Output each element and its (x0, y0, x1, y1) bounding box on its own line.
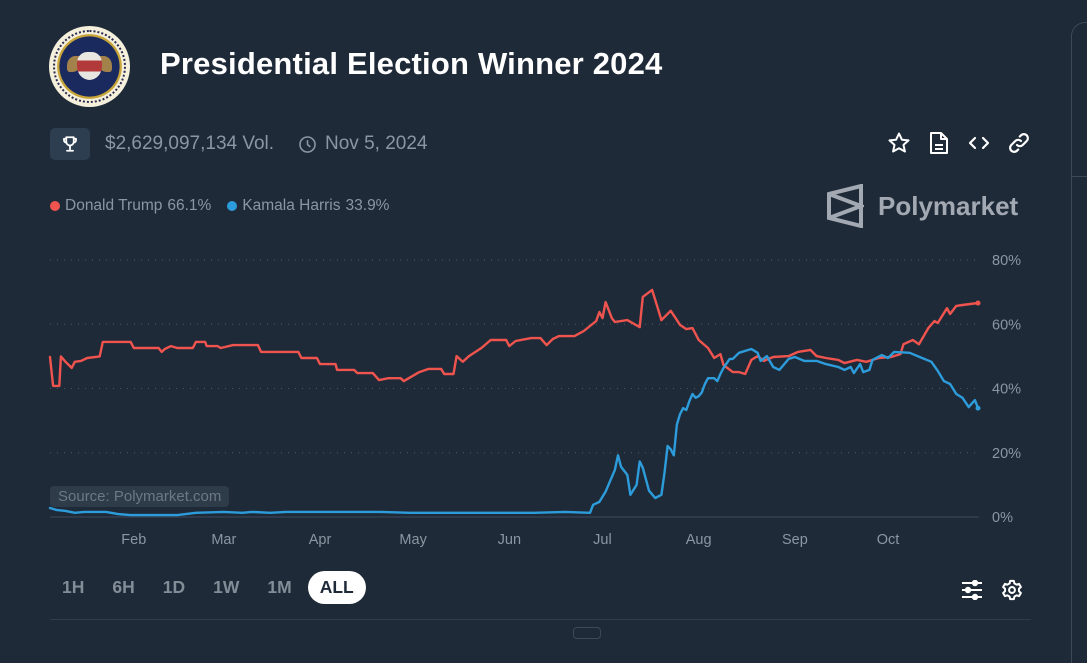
bottom-divider (50, 619, 1031, 620)
chart-tools (960, 578, 1024, 602)
presidential-seal-image (49, 26, 130, 107)
legend-dot-trump (50, 201, 60, 211)
link-icon (1008, 132, 1029, 153)
embed-button[interactable] (966, 130, 991, 155)
polymarket-logo-icon (827, 184, 864, 228)
chart-settings-button[interactable] (1000, 578, 1024, 602)
x-tick-label: Feb (121, 532, 146, 548)
legend-value-trump: 66.1% (167, 197, 212, 214)
range-1d[interactable]: 1D (151, 571, 197, 604)
time-range-selector: 1H 6H 1D 1W 1M ALL (50, 571, 366, 604)
rules-button[interactable] (926, 130, 951, 155)
page-title: Presidential Election Winner 2024 (160, 46, 663, 81)
y-tick-label: 80% (992, 253, 1021, 269)
x-tick-label: Mar (211, 532, 236, 548)
range-1h[interactable]: 1H (50, 571, 96, 604)
legend-name-trump: Donald Trump (65, 197, 163, 214)
side-panel-divider (1072, 176, 1087, 177)
legend-dot-harris (227, 201, 238, 211)
trophy-button[interactable] (50, 128, 90, 160)
legend-name-harris: Kamala Harris (242, 197, 341, 214)
seal-eagle (77, 52, 102, 80)
y-tick-label: 40% (992, 382, 1021, 398)
range-6h[interactable]: 6H (100, 571, 146, 604)
x-tick-label: Oct (877, 532, 900, 548)
series-endpoint-kamala-harris (975, 405, 981, 411)
x-tick-label: Sep (782, 532, 808, 548)
x-tick-label: Apr (309, 532, 332, 548)
end-date-text: Nov 5, 2024 (325, 133, 428, 154)
x-tick-label: Jun (498, 532, 521, 548)
range-1w[interactable]: 1W (201, 571, 251, 604)
chart-settings-sliders-button[interactable] (960, 578, 984, 602)
range-1m[interactable]: 1M (255, 571, 303, 604)
sliders-icon (962, 580, 982, 600)
gear-icon (1002, 579, 1022, 601)
bottom-handle (573, 627, 601, 639)
source-label: Source: Polymarket.com (50, 486, 230, 507)
y-tick-label: 60% (992, 317, 1021, 333)
x-tick-label: Aug (686, 532, 712, 548)
trophy-icon (63, 136, 77, 152)
copy-link-button[interactable] (1006, 130, 1031, 155)
code-icon (968, 136, 989, 149)
series-line-donald-trump (48, 288, 980, 388)
range-all[interactable]: ALL (307, 571, 366, 604)
clock-icon (298, 135, 317, 159)
volume-text: $2,629,097,134 Vol. (105, 133, 275, 154)
brand-name: Polymarket (878, 190, 1019, 221)
legend-item-harris: Kamala Harris 33.9% (227, 197, 389, 215)
y-tick-label: 0% (992, 510, 1013, 526)
y-tick-label: 20% (992, 446, 1021, 462)
legend-item-trump: Donald Trump 66.1% (50, 197, 211, 215)
x-tick-label: Jul (593, 532, 612, 548)
star-icon (888, 132, 909, 152)
action-icons (886, 130, 1031, 155)
side-panel-edge (1071, 22, 1087, 663)
polymarket-watermark: Polymarket (826, 184, 1018, 228)
x-tick-label: May (399, 532, 427, 548)
document-icon (929, 131, 948, 154)
price-chart[interactable]: 0% 20% 40% 60% 80% Feb Mar Apr May Jun Jul Aug Sep Oc… (0, 240, 1050, 560)
series-endpoint-donald-trump (975, 300, 981, 306)
legend-value-harris: 33.9% (345, 197, 390, 214)
favorite-button[interactable] (886, 130, 911, 155)
chart-legend: Donald Trump 66.1% Kamala Harris 33.9% (50, 197, 389, 215)
